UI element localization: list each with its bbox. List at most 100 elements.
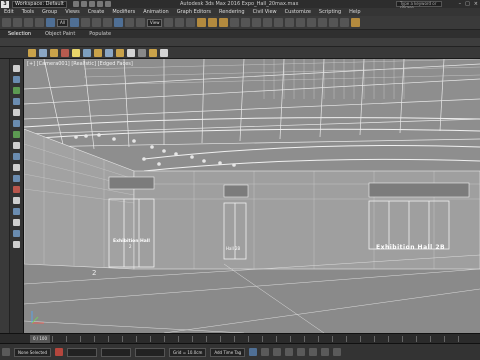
systems-icon[interactable] <box>116 48 124 57</box>
menu-tools[interactable]: Tools <box>22 8 34 16</box>
search-input[interactable]: Type a keyword or phrase <box>396 1 442 10</box>
redo-tool-icon[interactable] <box>13 18 22 27</box>
play-icon[interactable] <box>273 348 282 356</box>
workspace-dropdown[interactable]: Workspace: Default <box>12 0 67 8</box>
shape-filter-icon[interactable] <box>13 87 20 94</box>
menu-edit[interactable]: Edit <box>4 8 14 16</box>
perspective-viewport[interactable]: [+] [Camera001] [Realistic] [Edged Faces… <box>24 59 480 333</box>
menu-civil-view[interactable]: Civil View <box>253 8 277 16</box>
brush-icon[interactable] <box>50 48 58 57</box>
tab-selection[interactable]: Selection <box>8 30 31 38</box>
window-crossing-icon[interactable] <box>102 18 112 27</box>
maximize-button[interactable]: □ <box>465 1 470 7</box>
zoom-icon[interactable] <box>297 348 306 356</box>
layer-explorer-icon[interactable] <box>274 18 284 27</box>
menu-create[interactable]: Create <box>88 8 105 16</box>
percent-snap-icon[interactable] <box>219 18 229 27</box>
close-button[interactable]: × <box>474 1 478 7</box>
scale-icon[interactable] <box>135 18 145 27</box>
schematic-view-icon[interactable] <box>307 18 317 27</box>
menu-graph-editors[interactable]: Graph Editors <box>177 8 211 16</box>
open-file-icon[interactable] <box>80 1 87 7</box>
menu-group[interactable]: Group <box>42 8 57 16</box>
align-icon[interactable] <box>263 18 273 27</box>
time-slider[interactable]: 0 / 100 <box>0 333 480 343</box>
layer-icon[interactable] <box>138 48 146 57</box>
geometry-filter-icon[interactable] <box>13 76 20 83</box>
tab-populate[interactable]: Populate <box>89 30 111 38</box>
invert-filter-icon[interactable] <box>13 230 20 237</box>
link-icon[interactable] <box>24 18 33 27</box>
scene-explorer-icon[interactable] <box>149 48 157 57</box>
helper-icon[interactable] <box>94 48 102 57</box>
reference-coordinate-dropdown[interactable]: View <box>146 18 163 27</box>
rotate-icon[interactable] <box>124 18 134 27</box>
container-filter-icon[interactable] <box>13 175 20 182</box>
new-file-icon[interactable] <box>72 1 79 7</box>
selection-filter-dropdown[interactable]: All <box>57 18 68 27</box>
camera-filter-icon[interactable] <box>13 109 20 116</box>
frozen-filter-icon[interactable] <box>13 186 20 193</box>
display-icon[interactable] <box>160 48 168 57</box>
light-icon[interactable] <box>72 48 80 57</box>
menu-animation[interactable]: Animation <box>143 8 169 16</box>
move-icon[interactable] <box>113 18 123 27</box>
minimize-button[interactable]: – <box>459 1 462 7</box>
all-filter-icon[interactable] <box>13 208 20 215</box>
light-filter-icon[interactable] <box>13 98 20 105</box>
render-production-icon[interactable] <box>351 18 361 27</box>
set-key-icon[interactable] <box>261 348 270 356</box>
keyboard-shortcut-icon[interactable] <box>186 18 196 27</box>
menu-views[interactable]: Views <box>65 8 79 16</box>
cube-icon[interactable] <box>39 48 47 57</box>
undo-icon[interactable] <box>96 1 103 7</box>
bone-filter-icon[interactable] <box>13 164 20 171</box>
lock-selection-icon[interactable] <box>55 348 64 356</box>
curve-editor-icon[interactable] <box>296 18 306 27</box>
pan-icon[interactable] <box>321 348 330 356</box>
sort-icon[interactable] <box>13 241 20 248</box>
camera-icon[interactable] <box>83 48 91 57</box>
angle-snap-icon[interactable] <box>208 18 218 27</box>
app-logo-icon[interactable]: 3 <box>1 0 9 8</box>
frame-indicator[interactable]: 0 / 100 <box>30 335 50 343</box>
pivot-center-icon[interactable] <box>164 18 174 27</box>
filter-icon[interactable] <box>13 65 20 72</box>
track-bar[interactable] <box>52 336 472 342</box>
maxscript-listener-icon[interactable] <box>2 348 10 356</box>
command-panel[interactable] <box>0 59 10 333</box>
shape-icon[interactable] <box>105 48 113 57</box>
next-frame-icon[interactable] <box>285 348 294 356</box>
xref-filter-icon[interactable] <box>13 153 20 160</box>
select-manipulate-icon[interactable] <box>175 18 185 27</box>
save-file-icon[interactable] <box>88 1 95 7</box>
menu-scripting[interactable]: Scripting <box>319 8 341 16</box>
group-filter-icon[interactable] <box>13 142 20 149</box>
rendered-frame-window-icon[interactable] <box>340 18 350 27</box>
maximize-viewport-icon[interactable] <box>333 348 342 356</box>
bind-space-warp-icon[interactable] <box>46 18 55 27</box>
auto-key-icon[interactable] <box>249 348 258 356</box>
hidden-filter-icon[interactable] <box>13 197 20 204</box>
menu-help[interactable]: Help <box>349 8 360 16</box>
menu-customize[interactable]: Customize <box>285 8 311 16</box>
named-selection-icon[interactable] <box>241 18 251 27</box>
warp-filter-icon[interactable] <box>13 131 20 138</box>
z-coordinate-field[interactable] <box>135 347 166 357</box>
folder-icon[interactable] <box>28 48 36 57</box>
tab-object-paint[interactable]: Object Paint <box>45 30 75 38</box>
none-filter-icon[interactable] <box>13 219 20 226</box>
menu-modifiers[interactable]: Modifiers <box>112 8 135 16</box>
menu-rendering[interactable]: Rendering <box>219 8 245 16</box>
select-by-name-icon[interactable] <box>80 18 90 27</box>
undo-tool-icon[interactable] <box>2 18 11 27</box>
snaps-toggle-icon[interactable] <box>197 18 207 27</box>
render-setup-icon[interactable] <box>329 18 339 27</box>
viewport-label[interactable]: [+] [Camera001] [Realistic] [Edged Faces… <box>27 61 133 67</box>
unlink-icon[interactable] <box>35 18 44 27</box>
x-coordinate-field[interactable] <box>67 347 98 357</box>
orbit-icon[interactable] <box>309 348 318 356</box>
rectangular-selection-icon[interactable] <box>91 18 101 27</box>
select-object-icon[interactable] <box>69 18 79 27</box>
graphite-toggle-icon[interactable] <box>285 18 295 27</box>
